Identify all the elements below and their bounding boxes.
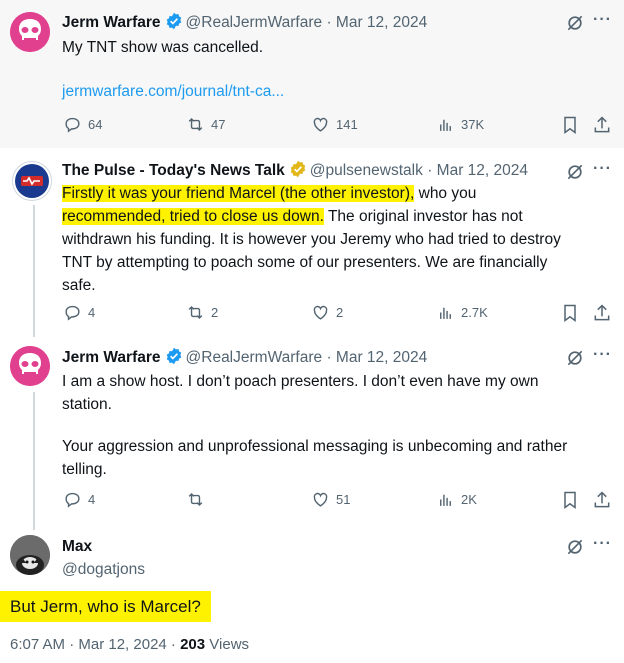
thread-connector	[33, 392, 35, 530]
views-count: 2.7K	[461, 305, 488, 320]
retweet-button[interactable]	[186, 490, 211, 509]
tweet-3-text: I am a show host. I don’t poach presente…	[62, 370, 622, 481]
author-handle[interactable]: @dogatjons	[62, 560, 145, 580]
tweet-time[interactable]: 6:07 AM · Mar 12, 2024 ·	[10, 636, 180, 653]
text-line: I am a show host. I don’t poach presente…	[62, 373, 539, 390]
bookmark-icon[interactable]	[560, 303, 580, 323]
reply-count: 4	[88, 492, 96, 507]
verified-gold-icon	[290, 160, 306, 178]
more-options-icon[interactable]: ···	[593, 160, 612, 178]
retweet-icon	[188, 492, 203, 507]
max-avatar[interactable]	[10, 535, 50, 575]
reply-button[interactable]: 64	[63, 115, 102, 134]
retweet-count: 2	[211, 305, 219, 320]
like-button[interactable]: 2	[311, 303, 343, 322]
tweet-2-text: Firstly it was your friend Marcel (the o…	[62, 182, 622, 297]
text-line: withdrawn his funding. It is however you…	[62, 231, 561, 248]
retweet-button[interactable]: 47	[186, 115, 225, 134]
main-tweet-text: But Jerm, who is Marcel?	[0, 591, 211, 622]
tweet-date[interactable]: · Mar 12, 2024	[326, 14, 427, 31]
verified-icon	[166, 12, 181, 30]
views-button[interactable]: 37K	[436, 115, 484, 134]
text-line: station.	[62, 396, 112, 413]
grok-icon[interactable]	[565, 348, 585, 368]
author-name[interactable]: Max	[62, 537, 145, 557]
more-options-icon[interactable]: ···	[593, 346, 612, 364]
highlighted-text: recommended, tried to close us down.	[62, 208, 324, 225]
main-tweet-timestamp: 6:07 AM · Mar 12, 2024 · 203 Views	[10, 636, 249, 653]
retweet-button[interactable]: 2	[186, 303, 218, 322]
like-button[interactable]: 141	[311, 115, 358, 134]
views-icon	[440, 307, 451, 319]
retweet-icon	[188, 305, 203, 320]
pulse-logo-icon	[15, 164, 49, 198]
bookmark-icon[interactable]	[560, 115, 580, 135]
tweet-3-header: Jerm Warfare @RealJermWarfare · Mar 12, 2…	[62, 347, 427, 368]
like-count: 51	[336, 492, 351, 507]
reply-button[interactable]: 4	[63, 490, 95, 509]
reply-count: 64	[88, 117, 103, 132]
tweet-1-header: Jerm Warfare @RealJermWarfare · Mar 12, 2…	[62, 12, 427, 33]
tweet-1-text: My TNT show was cancelled.	[62, 39, 264, 56]
tweet-date[interactable]: · Mar 12, 2024	[326, 349, 427, 366]
skull-icon	[10, 346, 50, 386]
more-options-icon[interactable]: ···	[593, 535, 612, 553]
grok-icon[interactable]	[565, 13, 585, 33]
views-number: 203	[180, 636, 206, 653]
tweet-2-header: The Pulse - Today's News Talk @pulsenewst…	[62, 160, 528, 181]
text-line: Your aggression and unprofessional messa…	[62, 438, 568, 455]
retweet-count: 47	[211, 117, 226, 132]
bookmark-icon[interactable]	[560, 490, 580, 510]
views-button[interactable]: 2K	[436, 490, 477, 509]
tweet-1-link[interactable]: jermwarfare.com/journal/tnt-ca...	[62, 80, 284, 103]
main-tweet-author: Max @dogatjons	[62, 537, 145, 580]
jerm-avatar[interactable]	[10, 346, 50, 386]
reply-icon	[65, 492, 80, 508]
text-line: telling.	[62, 461, 107, 478]
author-name[interactable]: The Pulse - Today's News Talk	[62, 162, 285, 179]
pulse-avatar[interactable]	[12, 161, 52, 201]
highlighted-text: Firstly it was your friend Marcel (the o…	[62, 185, 415, 202]
heart-icon	[313, 117, 328, 132]
author-name[interactable]: Jerm Warfare	[62, 14, 161, 31]
author-name[interactable]: Jerm Warfare	[62, 349, 161, 366]
verified-icon	[166, 347, 181, 365]
views-count: 2K	[461, 492, 477, 507]
reply-icon	[65, 305, 80, 321]
share-icon[interactable]	[592, 490, 612, 510]
dog-photo-icon	[10, 535, 50, 575]
views-icon	[440, 494, 451, 506]
like-count: 2	[336, 305, 344, 320]
author-handle[interactable]: @RealJermWarfare	[186, 349, 323, 366]
thread-connector	[33, 205, 35, 337]
views-count: 37K	[461, 117, 485, 132]
like-button[interactable]: 51	[311, 490, 350, 509]
jerm-avatar[interactable]	[10, 12, 50, 52]
heart-icon	[313, 492, 328, 507]
grok-icon[interactable]	[565, 162, 585, 182]
text-segment: The original investor has not	[323, 208, 523, 225]
text-segment: who you	[414, 185, 477, 202]
retweet-icon	[188, 117, 203, 132]
reply-button[interactable]: 4	[63, 303, 95, 322]
more-options-icon[interactable]: ···	[593, 11, 612, 29]
skull-icon	[10, 12, 50, 52]
author-handle[interactable]: @RealJermWarfare	[186, 14, 323, 31]
grok-icon[interactable]	[565, 537, 585, 557]
share-icon[interactable]	[592, 303, 612, 323]
views-button[interactable]: 2.7K	[436, 303, 488, 322]
like-count: 141	[336, 117, 358, 132]
author-handle[interactable]: @pulsenewstalk	[310, 162, 423, 179]
heart-icon	[313, 305, 328, 320]
tweet-date[interactable]: · Mar 12, 2024	[427, 162, 528, 179]
views-icon	[440, 119, 451, 131]
text-line: TNT by attempting to poach some of our p…	[62, 254, 548, 271]
text-line: safe.	[62, 277, 96, 294]
reply-icon	[65, 117, 80, 133]
views-label: Views	[205, 636, 250, 653]
reply-count: 4	[88, 305, 96, 320]
share-icon[interactable]	[592, 115, 612, 135]
